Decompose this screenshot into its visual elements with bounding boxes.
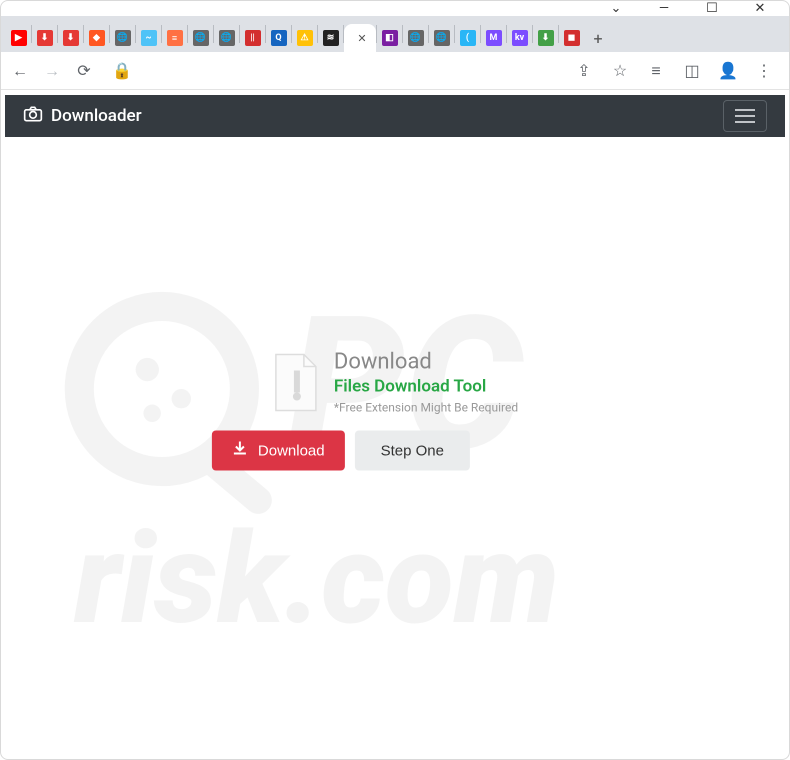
browser-tab[interactable]: 🌐 — [214, 24, 239, 52]
browser-tabstrip: ▶ ⬇ ⬇ ◆ 🌐 ~ ≡ 🌐 🌐 || Q ⚠ ≋ ✕ ◧ 🌐 🌐 ( Mkv ⬇ ◼+ — [0, 16, 790, 52]
window-dropdown-icon[interactable]: ⌄ — [606, 1, 626, 16]
browser-tab[interactable]: 🌐 — [188, 24, 213, 52]
tab-close-icon[interactable]: ✕ — [357, 32, 366, 45]
browser-tab[interactable]: ⚠ — [292, 24, 317, 52]
browser-tab-active[interactable]: ✕ — [344, 24, 376, 52]
tab-favicon: ⚠ — [297, 30, 313, 46]
browser-tab[interactable]: ~ — [136, 24, 161, 52]
tab-favicon: 🌐 — [434, 30, 450, 46]
svg-text:risk.com: risk.com — [73, 505, 559, 641]
brand-label: Downloader — [51, 106, 142, 126]
window-close-button[interactable]: ✕ — [750, 1, 770, 16]
browser-tab[interactable]: M — [481, 24, 506, 52]
download-title: Download — [334, 350, 518, 375]
site-header: Downloader — [5, 95, 785, 137]
browser-tab[interactable]: ◆ — [84, 24, 109, 52]
tab-favicon: M — [486, 30, 502, 46]
browser-tab[interactable]: ≋ — [318, 24, 343, 52]
site-brand[interactable]: Downloader — [23, 105, 142, 128]
new-tab-button[interactable]: + — [584, 24, 612, 52]
reading-list-button[interactable]: ≡ — [646, 61, 666, 81]
browser-tab[interactable]: 🌐 — [110, 24, 135, 52]
download-card: Download Files Download Tool *Free Exten… — [272, 350, 518, 471]
step-one-button-label: Step One — [381, 442, 444, 459]
tab-favicon: ⬇ — [37, 30, 53, 46]
browser-tab[interactable]: 🌐 — [403, 24, 428, 52]
tab-favicon: || — [245, 30, 261, 46]
tab-favicon: kv — [512, 30, 528, 46]
browser-tab[interactable]: ≡ — [162, 24, 187, 52]
tab-favicon: ≡ — [167, 30, 183, 46]
browser-tab[interactable]: ◧ — [377, 24, 402, 52]
tab-favicon: Q — [271, 30, 287, 46]
browser-toolbar: ← → ⟳ 🔒 ⇪ ☆ ≡ ◫ 👤 ⋮ — [0, 52, 790, 90]
tab-favicon: ⬇ — [538, 30, 554, 46]
tab-favicon: ◧ — [382, 30, 398, 46]
forward-button[interactable]: → — [42, 61, 62, 81]
browser-tab[interactable]: kv — [507, 24, 532, 52]
share-button[interactable]: ⇪ — [574, 61, 594, 80]
tab-favicon: ◆ — [89, 30, 105, 46]
browser-tab[interactable]: ⬇ — [58, 24, 83, 52]
window-minimize-button[interactable]: — — [654, 1, 674, 16]
download-button[interactable]: Download — [212, 431, 345, 471]
page-content: PC risk.com Download Files Download Tool… — [0, 142, 790, 752]
hamburger-menu-button[interactable] — [723, 100, 767, 132]
browser-tab[interactable]: Q — [266, 24, 291, 52]
window-titlebar: ⌄ — ☐ ✕ — [0, 0, 790, 16]
window-maximize-button[interactable]: ☐ — [702, 1, 722, 16]
browser-tab[interactable]: || — [240, 24, 265, 52]
tab-favicon: 🌐 — [219, 30, 235, 46]
profile-avatar-button[interactable]: 👤 — [718, 61, 738, 80]
side-panel-button[interactable]: ◫ — [682, 61, 702, 80]
download-subtitle: Files Download Tool — [334, 377, 518, 397]
tab-favicon: ~ — [141, 30, 157, 46]
tab-favicon: 🌐 — [408, 30, 424, 46]
browser-tab[interactable]: ◼ — [559, 24, 584, 52]
browser-tab[interactable]: ▶ — [6, 24, 31, 52]
tab-favicon: ≋ — [323, 30, 339, 46]
camera-icon — [23, 105, 43, 128]
download-button-label: Download — [258, 442, 325, 459]
lock-icon: 🔒 — [112, 61, 132, 80]
file-zip-icon — [272, 352, 320, 412]
kebab-menu-button[interactable]: ⋮ — [754, 61, 774, 80]
browser-tab[interactable]: ⬇ — [32, 24, 57, 52]
reload-button[interactable]: ⟳ — [74, 61, 94, 80]
browser-tab[interactable]: ⬇ — [533, 24, 558, 52]
download-note: *Free Extension Might Be Required — [334, 401, 518, 415]
tab-favicon: 🌐 — [193, 30, 209, 46]
tab-favicon: ▶ — [11, 30, 27, 46]
download-icon — [232, 441, 248, 461]
tab-favicon: ◼ — [564, 30, 580, 46]
tab-favicon: 🌐 — [115, 30, 131, 46]
browser-tab[interactable]: ( — [455, 24, 480, 52]
back-button[interactable]: ← — [10, 61, 30, 81]
bookmark-star-button[interactable]: ☆ — [610, 61, 630, 80]
tab-favicon: ⬇ — [63, 30, 79, 46]
tab-favicon: ( — [460, 30, 476, 46]
browser-tab[interactable]: 🌐 — [429, 24, 454, 52]
step-one-button[interactable]: Step One — [355, 431, 470, 471]
